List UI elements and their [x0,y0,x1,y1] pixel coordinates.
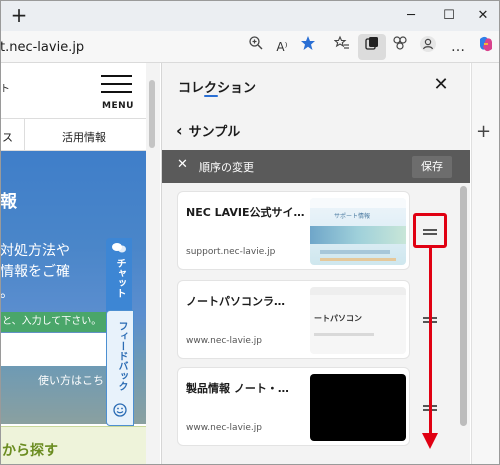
title-underline [204,95,218,97]
hero-heading: 報 [0,192,17,212]
address-bar-url[interactable]: t.nec-lavie.jp [0,40,84,55]
close-window-button[interactable]: ✕ [466,0,500,31]
item-thumbnail: サポート情報 [310,198,406,265]
feedback-tab[interactable]: フィードバック [106,310,134,426]
howto-link[interactable]: 使い方はこちら [38,372,115,388]
item-domain: www.nec-lavie.jp [186,423,263,433]
minimize-button[interactable]: ─ [394,0,428,31]
item-title: ノートパソコンラ… [186,295,285,308]
collection-name: サンプル [188,125,241,140]
favorites-list-icon[interactable] [330,35,354,59]
site-logo-fragment: ト [0,84,10,95]
pane-scrollbar[interactable] [460,186,467,426]
collection-item[interactable]: ノートパソコンラ… www.nec-lavie.jp ートパソコン [177,280,410,359]
item-thumbnail [310,374,406,441]
chat-tab-label: チャット [114,258,125,298]
copilot-icon[interactable] [474,35,498,59]
more-menu-icon[interactable]: … [446,35,470,59]
item-title: NEC LAVIE公式サイ… [186,206,305,219]
favorite-star-icon[interactable] [296,35,320,59]
hero-line-1: 対処方法や [0,243,70,259]
arrow-down-icon [422,433,438,449]
smiley-icon [113,403,127,417]
hero-line-2: 情報をご確 [0,264,70,280]
site-search-input[interactable] [0,333,112,366]
hamburger-menu-icon[interactable] [101,75,132,95]
back-to-collections[interactable]: ‹ サンプル [176,121,240,140]
new-tab-button[interactable]: + [6,3,32,27]
feedback-tab-label: フィードバック [116,321,127,391]
extensions-icon[interactable] [388,35,412,59]
read-aloud-icon[interactable]: A⁾ [270,35,294,59]
item-domain: support.nec-lavie.jp [186,247,276,257]
maximize-button[interactable]: ☐ [432,0,466,31]
zoom-icon[interactable] [244,35,268,59]
reorder-label: 順序の変更 [199,161,254,174]
close-pane-button[interactable]: ✕ [430,74,452,96]
thumb-label: ートパソコン [314,314,362,323]
collections-icon[interactable] [360,35,384,59]
drag-handle-highlight [413,213,447,248]
profile-icon[interactable] [416,35,440,59]
nav-item-fragment[interactable]: ス [2,129,13,145]
collection-item[interactable]: NEC LAVIE公式サイ… support.nec-lavie.jp サポート… [177,191,410,270]
page-scrollbar-thumb[interactable] [149,80,155,148]
find-heading: から探す [2,443,58,459]
collection-item[interactable]: 製品情報 ノート・… www.nec-lavie.jp [177,367,410,446]
save-order-button[interactable]: 保存 [412,156,452,178]
item-domain: www.nec-lavie.jp [186,336,263,346]
nav-item-usage-info[interactable]: 活用情報 [62,129,106,145]
menu-label[interactable]: MENU [102,101,134,111]
chat-bubble-icon [112,243,126,253]
chat-tab[interactable]: チャット [106,238,132,314]
hero-line-3: 。 [0,285,14,301]
item-thumbnail: ートパソコン [310,287,406,354]
drag-arrow-shaft [429,248,432,436]
item-title: 製品情報 ノート・… [186,382,289,395]
nav-divider [24,118,25,151]
chevron-left-icon: ‹ [176,121,183,140]
sidebar-add-button[interactable]: + [476,121,491,142]
collections-title: コレクション [178,81,257,96]
cancel-reorder-button[interactable]: ✕ [177,157,188,172]
thumb-label: サポート情報 [334,213,371,220]
search-hint: と、入力して下さい。 [0,312,110,332]
